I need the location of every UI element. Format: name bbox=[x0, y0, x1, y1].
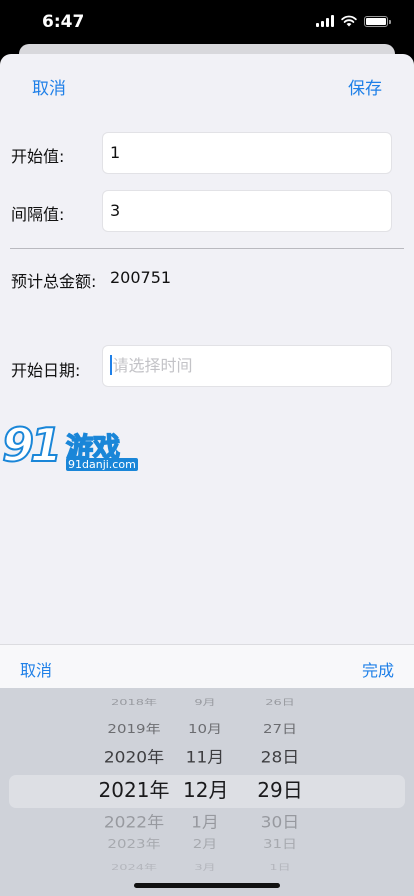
month-option[interactable]: 10月 bbox=[183, 720, 227, 737]
month-option[interactable]: 9月 bbox=[183, 696, 227, 707]
year-option[interactable]: 2022年 bbox=[96, 809, 172, 832]
date-picker[interactable]: 2018年 2019年 2020年 2021年 2022年 2023年 2024… bbox=[0, 688, 414, 896]
status-time: 6:47 bbox=[42, 12, 85, 32]
edit-sheet: 取消 保存 开始值: 1 间隔值: 3 预计总金额: 200751 开始日期: … bbox=[0, 54, 414, 896]
picker-cancel-button[interactable]: 取消 bbox=[20, 657, 52, 681]
month-option[interactable]: 11月 bbox=[183, 744, 227, 767]
watermark-logo: 91 游戏 91danji.com bbox=[1, 417, 138, 478]
start-value-input[interactable]: 1 bbox=[102, 132, 392, 174]
battery-icon bbox=[364, 15, 391, 27]
month-option[interactable]: 3月 bbox=[183, 861, 227, 872]
estimated-total-value: 200751 bbox=[110, 268, 172, 287]
day-option[interactable]: 26日 bbox=[255, 696, 305, 707]
watermark-url: 91danji.com bbox=[66, 458, 138, 471]
cancel-button[interactable]: 取消 bbox=[32, 74, 66, 99]
home-indicator bbox=[134, 883, 280, 888]
year-wheel[interactable]: 2018年 2019年 2020年 2021年 2022年 2023年 2024… bbox=[96, 688, 172, 896]
month-option[interactable]: 1月 bbox=[183, 809, 227, 832]
interval-value-input[interactable]: 3 bbox=[102, 190, 392, 232]
year-option[interactable]: 2020年 bbox=[96, 744, 172, 767]
day-option-selected[interactable]: 29日 bbox=[255, 774, 305, 803]
save-button[interactable]: 保存 bbox=[348, 74, 382, 99]
status-bar: 6:47 bbox=[0, 0, 414, 44]
year-option-selected[interactable]: 2021年 bbox=[96, 774, 172, 803]
year-option[interactable]: 2019年 bbox=[96, 720, 172, 737]
estimated-total-label: 预计总金额: bbox=[11, 272, 97, 291]
text-caret bbox=[110, 355, 112, 375]
month-wheel[interactable]: 9月 10月 11月 12月 1月 2月 3月 bbox=[183, 688, 228, 896]
picker-done-button[interactable]: 完成 bbox=[362, 657, 394, 681]
picker-toolbar: 取消 完成 bbox=[0, 644, 414, 689]
interval-value-label: 间隔值: bbox=[11, 205, 65, 224]
start-date-label: 开始日期: bbox=[11, 361, 81, 380]
day-option[interactable]: 28日 bbox=[255, 744, 305, 767]
year-option[interactable]: 2023年 bbox=[96, 835, 172, 852]
day-option[interactable]: 31日 bbox=[255, 835, 305, 852]
month-option-selected[interactable]: 12月 bbox=[183, 774, 228, 803]
day-option[interactable]: 1日 bbox=[255, 861, 305, 872]
watermark-number: 91 bbox=[1, 417, 63, 473]
wifi-icon bbox=[341, 15, 357, 27]
day-wheel[interactable]: 26日 27日 28日 29日 30日 31日 1日 bbox=[255, 688, 305, 896]
year-option[interactable]: 2024年 bbox=[96, 861, 172, 872]
month-option[interactable]: 2月 bbox=[183, 835, 227, 852]
day-option[interactable]: 30日 bbox=[255, 809, 305, 832]
start-date-input[interactable]: 请选择时间 bbox=[102, 345, 392, 387]
year-option[interactable]: 2018年 bbox=[96, 696, 172, 707]
status-icons bbox=[316, 15, 391, 27]
start-value-label: 开始值: bbox=[11, 147, 65, 166]
divider bbox=[10, 248, 404, 249]
cellular-signal-icon bbox=[316, 15, 334, 27]
day-option[interactable]: 27日 bbox=[255, 720, 305, 737]
start-date-placeholder: 请选择时间 bbox=[112, 356, 193, 375]
